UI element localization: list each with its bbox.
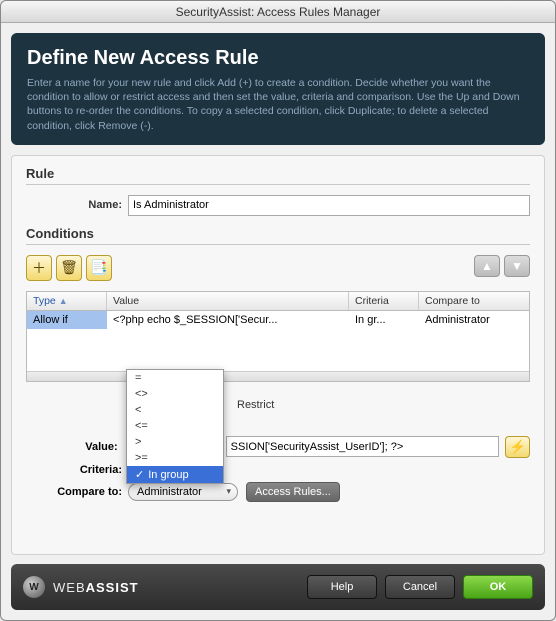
dynamic-value-button[interactable]: ⚡ [505,436,530,458]
criteria-dropdown-menu[interactable]: = <> < <= > >= ✓In group [126,369,224,484]
access-rules-button[interactable]: Access Rules... [246,482,340,502]
page-title: Define New Access Rule [27,47,529,70]
plus-icon: ＋ [32,258,46,278]
duplicate-condition-button[interactable]: 📑 [86,255,112,281]
remove-condition-button[interactable]: 🗑 [56,255,82,281]
cell-criteria: In gr... [349,311,419,329]
col-value[interactable]: Value [107,292,349,310]
criteria-label: Criteria: [26,464,122,476]
trash-icon: 🗑 [60,259,78,276]
criteria-option-gt[interactable]: > [127,434,223,450]
brand: W WEBASSIST [23,576,139,598]
criteria-option-gte[interactable]: >= [127,450,223,466]
criteria-option-in-group[interactable]: ✓In group [127,466,223,483]
name-label: Name: [26,199,122,211]
help-button[interactable]: Help [307,575,377,599]
move-down-button[interactable]: ▼ [504,255,530,277]
cell-type: Allow if [27,311,107,329]
cell-value: <?php echo $_SESSION['Secur... [107,311,349,329]
lightning-icon: ⚡ [509,439,525,455]
brand-text: WEBASSIST [53,580,139,595]
footer-bar: W WEBASSIST Help Cancel OK [11,564,545,610]
sort-asc-icon: ▲ [59,296,68,306]
conditions-toolbar: ＋ 🗑 📑 ▲ ▼ [26,255,530,281]
criteria-option-eq[interactable]: = [127,370,223,386]
brand-logo-icon: W [23,576,45,598]
criteria-option-neq[interactable]: <> [127,386,223,402]
value-label: Value: [26,441,118,453]
table-body: Allow if <?php echo $_SESSION['Secur... … [27,311,529,371]
header-panel: Define New Access Rule Enter a name for … [11,33,545,145]
duplicate-icon: 📑 [90,259,107,276]
conditions-table: Type▲ Value Criteria Compare to Allow if… [26,291,530,382]
page-description: Enter a name for your new rule and click… [27,76,529,133]
compare-to-label: Compare to: [26,486,122,498]
cancel-button[interactable]: Cancel [385,575,455,599]
condition-editor: Value: ⚡ Criteria: Compare to: Administr… [26,436,530,508]
col-criteria[interactable]: Criteria [349,292,419,310]
col-type[interactable]: Type▲ [27,292,107,310]
criteria-option-lt[interactable]: < [127,402,223,418]
compare-to-select[interactable]: Administrator [128,483,238,501]
check-icon: ✓ [135,469,144,481]
add-condition-button[interactable]: ＋ [26,255,52,281]
move-up-button[interactable]: ▲ [474,255,500,277]
criteria-option-lte[interactable]: <= [127,418,223,434]
app-window: SecurityAssist: Access Rules Manager Def… [0,0,556,621]
table-row[interactable]: Allow if <?php echo $_SESSION['Secur... … [27,311,529,329]
content-panel: Rule Name: Conditions ＋ 🗑 📑 ▲ ▼ Type▲ Va… [11,155,545,555]
value-input[interactable] [226,436,499,457]
chevron-down-icon: ▼ [511,259,523,273]
window-title: SecurityAssist: Access Rules Manager [1,1,555,23]
restrict-label: Restrict [237,399,274,411]
name-input[interactable] [128,195,530,216]
cell-compare: Administrator [419,311,529,329]
table-header: Type▲ Value Criteria Compare to [27,292,529,311]
horizontal-scrollbar[interactable] [27,371,529,381]
conditions-section-title: Conditions [26,226,530,245]
chevron-up-icon: ▲ [481,259,493,273]
rule-section-title: Rule [26,166,530,185]
ok-button[interactable]: OK [463,575,533,599]
col-compare[interactable]: Compare to [419,292,529,310]
